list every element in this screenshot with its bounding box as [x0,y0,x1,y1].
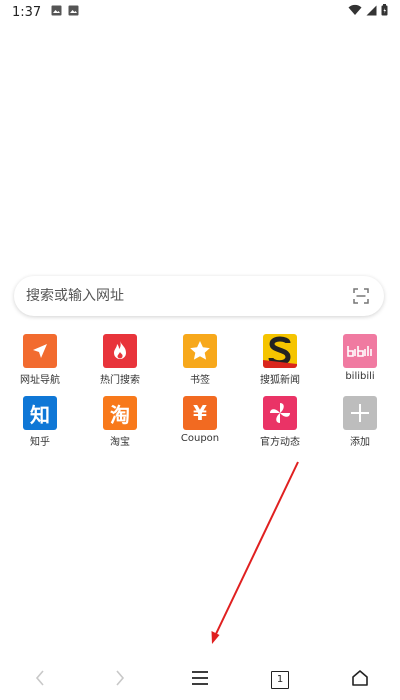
quick-link-label: Coupon [180,433,220,444]
taobao-logo-icon: 淘 [103,396,137,430]
navigation-arrow-icon [23,334,57,368]
chevron-left-icon [34,669,46,691]
quick-link-hot-search[interactable]: 热门搜索 [80,332,160,394]
tab-count: 1 [276,674,284,685]
quick-link-add[interactable]: 添加 [320,394,400,456]
wifi-icon [348,4,362,20]
battery-icon [381,4,388,20]
back-button[interactable] [0,660,80,700]
quick-link-label: 书签 [190,375,210,386]
quick-link-label: 添加 [350,437,370,448]
sohu-logo-icon [263,334,297,368]
quick-links-grid: 网址导航 热门搜索 书签 搜狐新闻 bilibili 知 知乎 淘 淘宝 ¥ C… [0,332,400,456]
search-bar[interactable] [14,276,384,316]
quick-link-label: 热门搜索 [100,375,140,386]
bilibili-logo-icon [343,334,377,368]
quick-link-label: 知乎 [30,437,50,448]
quick-link-label: 官方动态 [260,437,300,448]
quick-link-taobao[interactable]: 淘 淘宝 [80,394,160,456]
home-icon [351,669,369,691]
search-input[interactable] [26,288,352,304]
quick-link-official-updates[interactable]: 官方动态 [240,394,320,456]
browser-home-screen: 1:37 搜索或输入网址 网址导航 热门搜索 书签 搜狐新闻 bilibili … [0,0,400,700]
quick-link-bookmarks[interactable]: 书签 [160,332,240,394]
quick-link-bilibili[interactable]: bilibili [320,332,400,394]
quick-link-zhihu[interactable]: 知 知乎 [0,394,80,456]
quick-link-nav[interactable]: 网址导航 [0,332,80,394]
zhihu-logo-icon: 知 [23,396,57,430]
forward-button[interactable] [80,660,160,700]
quick-link-coupon[interactable]: ¥ Coupon [160,394,240,456]
menu-button[interactable] [160,660,240,700]
quick-link-label: 搜狐新闻 [260,375,300,386]
status-time: 1:37 [12,4,42,20]
hamburger-menu-icon [191,670,209,690]
flame-icon [103,334,137,368]
image-icon [51,5,62,20]
plus-icon [343,396,377,430]
quick-link-label: 网址导航 [20,375,60,386]
status-bar: 1:37 [0,0,400,24]
chevron-right-icon [114,669,126,691]
image-icon [68,5,79,20]
bottom-navigation-bar: 1 [0,660,400,700]
quick-link-label: 淘宝 [110,437,130,448]
tabs-icon: 1 [271,671,289,689]
star-icon [183,334,217,368]
quick-link-label: bilibili [345,371,375,382]
status-left: 1:37 [12,5,79,20]
cellular-signal-icon [366,5,377,20]
yen-icon: ¥ [183,396,217,430]
pinwheel-icon [263,396,297,430]
quick-link-sohu-news[interactable]: 搜狐新闻 [240,332,320,394]
status-right [348,4,388,20]
tabs-button[interactable]: 1 [240,660,320,700]
scan-icon[interactable] [352,287,370,305]
home-button[interactable] [320,660,400,700]
